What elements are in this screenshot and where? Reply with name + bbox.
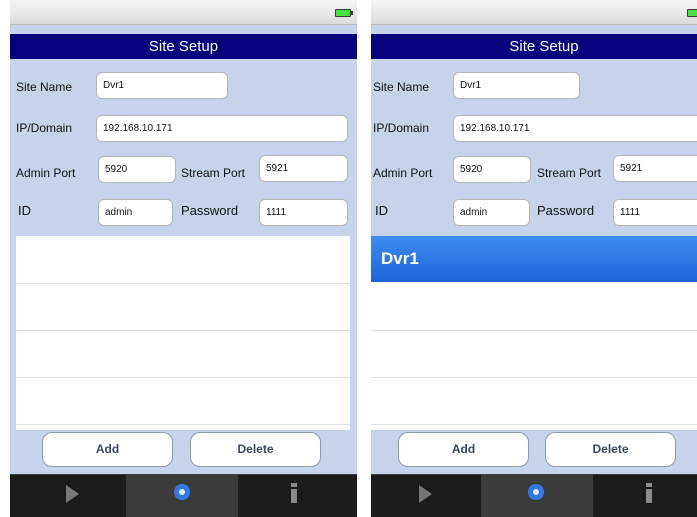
ip-domain-label: IP/Domain bbox=[16, 121, 73, 135]
delete-button[interactable]: Delete bbox=[545, 432, 676, 467]
site-setup-screen-left: Site Setup Site Name Dvr1 IP/Domain 192.… bbox=[10, 0, 357, 517]
tab-bar bbox=[10, 474, 357, 517]
password-field[interactable]: 1111 bbox=[259, 199, 348, 226]
stream-port-label: Stream Port bbox=[537, 166, 602, 180]
status-bar bbox=[371, 0, 697, 25]
site-name-field[interactable]: Dvr1 bbox=[453, 72, 580, 99]
page-title: Site Setup bbox=[148, 38, 219, 55]
id-label: ID bbox=[375, 203, 388, 218]
id-field[interactable]: admin bbox=[453, 199, 530, 226]
battery-icon bbox=[335, 9, 353, 17]
stream-port-field[interactable]: 5921 bbox=[259, 155, 348, 182]
play-icon bbox=[66, 485, 79, 503]
ip-domain-label: IP/Domain bbox=[373, 121, 430, 135]
add-button[interactable]: Add bbox=[42, 432, 173, 467]
site-list[interactable]: Dvr1 bbox=[371, 236, 697, 430]
site-setup-screen-right: Site Setup Site Name Dvr1 IP/Domain 192.… bbox=[371, 0, 697, 517]
info-icon bbox=[646, 483, 652, 503]
title-bar: Site Setup bbox=[10, 34, 357, 59]
list-divider bbox=[16, 424, 350, 425]
stream-port-field[interactable]: 5921 bbox=[613, 155, 697, 182]
site-name-label: Site Name bbox=[373, 80, 430, 94]
list-divider bbox=[16, 377, 350, 378]
delete-button[interactable]: Delete bbox=[190, 432, 321, 467]
add-button[interactable]: Add bbox=[398, 432, 529, 467]
admin-port-label: Admin Port bbox=[16, 166, 76, 180]
id-field[interactable]: admin bbox=[98, 199, 173, 226]
admin-port-field[interactable]: 5920 bbox=[453, 156, 531, 183]
list-divider bbox=[16, 283, 350, 284]
play-icon bbox=[419, 485, 432, 503]
list-divider bbox=[371, 424, 697, 425]
site-name-label: Site Name bbox=[16, 80, 73, 94]
gear-icon bbox=[528, 484, 544, 500]
list-divider bbox=[371, 330, 697, 331]
tab-live[interactable] bbox=[371, 475, 483, 517]
list-divider bbox=[16, 330, 350, 331]
site-name-field[interactable]: Dvr1 bbox=[96, 72, 228, 99]
ip-domain-field[interactable]: 192.168.10.171 bbox=[453, 115, 697, 142]
tab-live[interactable] bbox=[16, 475, 128, 517]
tab-bar bbox=[371, 474, 697, 517]
ip-domain-field[interactable]: 192.168.10.171 bbox=[96, 115, 348, 142]
tab-info[interactable] bbox=[593, 475, 697, 517]
password-field[interactable]: 1111 bbox=[613, 199, 697, 226]
battery-icon bbox=[687, 9, 697, 17]
info-icon bbox=[291, 483, 297, 503]
list-item-selected[interactable]: Dvr1 bbox=[371, 236, 697, 282]
list-divider bbox=[371, 377, 697, 378]
admin-port-label: Admin Port bbox=[373, 166, 433, 180]
admin-port-field[interactable]: 5920 bbox=[98, 156, 176, 183]
site-list[interactable] bbox=[16, 236, 350, 430]
id-label: ID bbox=[18, 203, 31, 218]
title-bar: Site Setup bbox=[371, 34, 697, 59]
password-label: Password bbox=[537, 203, 595, 218]
status-bar bbox=[10, 0, 357, 25]
tab-setup[interactable] bbox=[126, 475, 238, 517]
stream-port-label: Stream Port bbox=[181, 166, 246, 180]
tab-info[interactable] bbox=[238, 475, 350, 517]
page-title: Site Setup bbox=[509, 38, 579, 55]
tab-setup[interactable] bbox=[481, 475, 593, 517]
gear-icon bbox=[174, 484, 190, 500]
password-label: Password bbox=[181, 203, 239, 218]
